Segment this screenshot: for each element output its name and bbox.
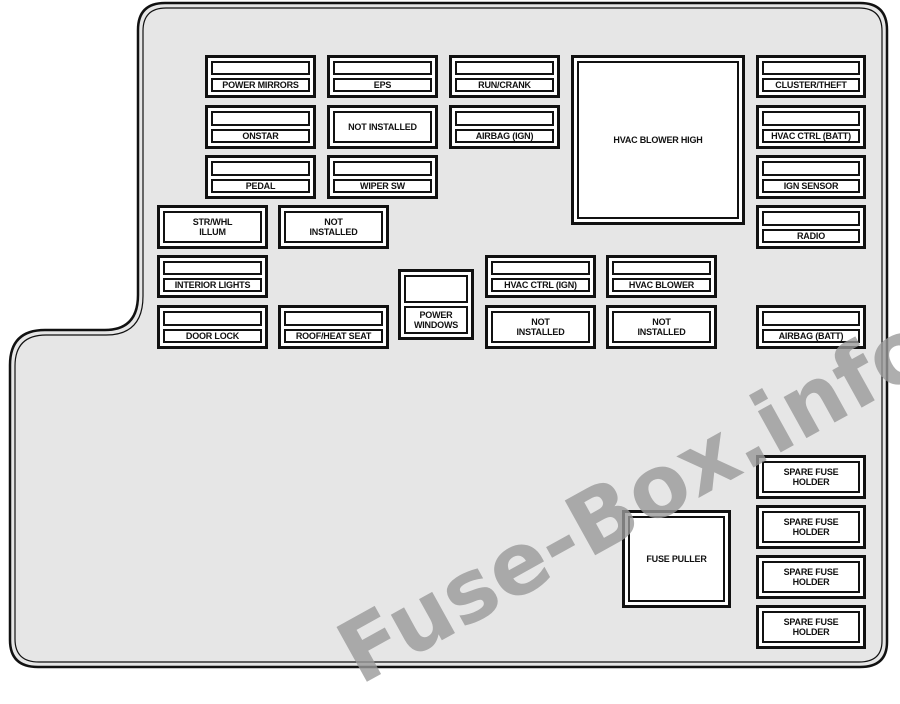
fuse-fuse-puller: FUSE PULLER (622, 510, 731, 608)
fuse-door-lock: DOOR LOCK (157, 305, 268, 349)
fuse-label: IGN SENSOR (762, 178, 860, 193)
fuse-label: ROOF/HEAT SEAT (284, 328, 383, 343)
fuse-label: WIPER SW (333, 178, 432, 193)
fuse-label: SPARE FUSE HOLDER (762, 611, 860, 643)
fuse-slot (455, 61, 554, 75)
fuse-label: POWER WINDOWS (404, 306, 468, 334)
fuse-ign-sensor: IGN SENSOR (756, 155, 866, 199)
fuse-spare-fuse-holder: SPARE FUSE HOLDER (756, 505, 866, 549)
fuse-radio: RADIO (756, 205, 866, 249)
fuse-label: NOT INSTALLED (491, 311, 590, 343)
fuse-label: RUN/CRANK (455, 78, 554, 92)
fuse-slot (762, 61, 860, 75)
fuse-label: SPARE FUSE HOLDER (762, 461, 860, 493)
fuse-eps: EPS (327, 55, 438, 98)
fuse-slot (284, 311, 383, 326)
fuse-label: NOT INSTALLED (284, 211, 383, 243)
fuse-label: RADIO (762, 228, 860, 243)
fuse-slot (211, 161, 310, 176)
fuse-not-installed: NOT INSTALLED (278, 205, 389, 249)
fuse-run-crank: RUN/CRANK (449, 55, 560, 98)
fuse-label: SPARE FUSE HOLDER (762, 511, 860, 543)
fuse-label: NOT INSTALLED (612, 311, 711, 343)
fuse-slot (211, 61, 310, 75)
fuse-label: INTERIOR LIGHTS (163, 278, 262, 292)
fuse-slot (762, 311, 860, 326)
fuse-interior-lights: INTERIOR LIGHTS (157, 255, 268, 298)
fuse-slot (404, 275, 468, 303)
fuse-airbag-batt: AIRBAG (BATT) (756, 305, 866, 349)
fuse-label: EPS (333, 78, 432, 92)
fuse-hvac-blower: HVAC BLOWER (606, 255, 717, 298)
fuse-not-installed: NOT INSTALLED (606, 305, 717, 349)
fuse-label: HVAC CTRL (BATT) (762, 128, 860, 143)
fuse-cluster-theft: CLUSTER/THEFT (756, 55, 866, 98)
fuse-onstar: ONSTAR (205, 105, 316, 149)
fuse-label: ONSTAR (211, 128, 310, 143)
fuse-slot (333, 61, 432, 75)
fuse-slot (762, 211, 860, 226)
fuse-slot (455, 111, 554, 126)
fuse-label: FUSE PULLER (628, 516, 725, 602)
fuse-slot (333, 161, 432, 176)
fuse-slot (762, 111, 860, 126)
fuse-pedal: PEDAL (205, 155, 316, 199)
fuse-label: AIRBAG (BATT) (762, 328, 860, 343)
fuse-hvac-ctrl-batt: HVAC CTRL (BATT) (756, 105, 866, 149)
fuse-power-windows: POWER WINDOWS (398, 269, 474, 340)
fuse-airbag-ign: AIRBAG (IGN) (449, 105, 560, 149)
fuse-hvac-blower-high: HVAC BLOWER HIGH (571, 55, 745, 225)
fuse-label: CLUSTER/THEFT (762, 78, 860, 92)
fuse-hvac-ctrl-ign: HVAC CTRL (IGN) (485, 255, 596, 298)
fuse-slot (762, 161, 860, 176)
fuse-not-installed: NOT INSTALLED (485, 305, 596, 349)
fuse-str-whl-illum: STR/WHL ILLUM (157, 205, 268, 249)
fuse-label: DOOR LOCK (163, 328, 262, 343)
fuse-not-installed: NOT INSTALLED (327, 105, 438, 149)
fuse-slot (163, 261, 262, 275)
fuse-label: HVAC BLOWER HIGH (577, 61, 739, 219)
fuse-spare-fuse-holder: SPARE FUSE HOLDER (756, 555, 866, 599)
fuse-label: HVAC CTRL (IGN) (491, 278, 590, 292)
fuse-slot (491, 261, 590, 275)
fuse-label: STR/WHL ILLUM (163, 211, 262, 243)
fuse-label: AIRBAG (IGN) (455, 128, 554, 143)
fuse-roof-heat-seat: ROOF/HEAT SEAT (278, 305, 389, 349)
fuse-slot (211, 111, 310, 126)
fuse-label: PEDAL (211, 178, 310, 193)
fuse-wiper-sw: WIPER SW (327, 155, 438, 199)
fuse-label: NOT INSTALLED (333, 111, 432, 143)
fuse-label: HVAC BLOWER (612, 278, 711, 292)
fuse-spare-fuse-holder: SPARE FUSE HOLDER (756, 605, 866, 649)
fuse-power-mirrors: POWER MIRRORS (205, 55, 316, 98)
fuse-spare-fuse-holder: SPARE FUSE HOLDER (756, 455, 866, 499)
fuse-slot (612, 261, 711, 275)
fuse-slot (163, 311, 262, 326)
fuse-label: POWER MIRRORS (211, 78, 310, 92)
fuse-label: SPARE FUSE HOLDER (762, 561, 860, 593)
